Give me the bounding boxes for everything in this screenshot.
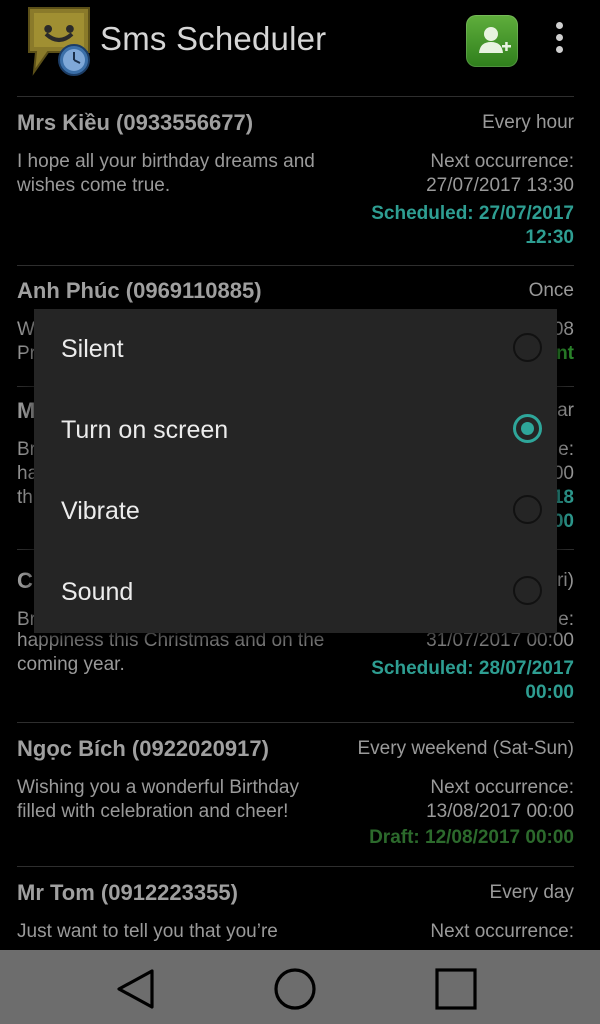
option-label: Silent [61, 335, 124, 363]
notification-mode-dialog: Silent Turn on screen Vibrate Sound [34, 309, 557, 633]
list-item[interactable]: Mrs Kiều (0933556677) Every hour I hope … [17, 110, 574, 260]
option-turn-on-screen[interactable]: Turn on screen [34, 390, 557, 471]
contacts-button[interactable] [466, 15, 518, 67]
contact-name-partial: C [17, 568, 33, 593]
option-silent[interactable]: Silent [34, 309, 557, 390]
next-label: Next occurrence: [430, 921, 574, 942]
contact-name: Mrs Kiều (0933556677) [17, 110, 254, 135]
divider [17, 722, 574, 723]
list-item[interactable]: Mr Tom (0912223355) Every day Just want … [17, 880, 574, 950]
repeat-label-partial: ri) [557, 570, 574, 591]
radio-button[interactable] [513, 333, 542, 362]
status-scheduled: Scheduled: 28/07/2017 00:00 [371, 658, 574, 703]
message-text: Wishing you a wonderful Birthday filled … [17, 777, 299, 822]
contacts-icon [479, 27, 511, 53]
repeat-label: Every hour [482, 112, 574, 133]
radio-button-selected[interactable] [513, 414, 542, 443]
divider [17, 866, 574, 867]
option-label: Vibrate [61, 497, 140, 525]
chat-clock-icon: • • [26, 6, 96, 76]
option-label: Turn on screen [61, 416, 229, 444]
repeat-label-partial: ar [557, 400, 574, 421]
contact-name: Mr Tom (0912223355) [17, 880, 238, 905]
radio-button[interactable] [513, 495, 542, 524]
next-value: 27/07/2017 13:30 [426, 175, 574, 196]
status-draft: Draft: 12/08/2017 00:00 [369, 827, 574, 848]
app-title: Sms Scheduler [100, 20, 327, 57]
back-triangle-icon[interactable] [114, 967, 158, 1011]
divider [17, 265, 574, 266]
more-vert-icon[interactable] [548, 22, 570, 58]
repeat-label: Every weekend (Sat-Sun) [357, 738, 575, 759]
next-occurrence: Next occurrence: 13/08/2017 00:00 [426, 776, 574, 824]
home-circle-icon[interactable] [273, 967, 317, 1011]
contact-name: Ngọc Bích (0922020917) [17, 736, 269, 761]
next-value: 13/08/2017 00:00 [426, 801, 574, 822]
app-bar: • • Sms Scheduler [0, 0, 600, 96]
repeat-label: Every day [489, 882, 574, 903]
next-label: Next occurrence: [430, 777, 574, 798]
next-occurrence: Next occurrence: 27/07/2017 13:30 [426, 150, 574, 198]
contact-name: Anh Phúc (0969110885) [17, 278, 262, 303]
divider [17, 96, 574, 97]
next-label: Next occurrence: [430, 151, 574, 172]
message-text: Just want to tell you that you’re [17, 921, 278, 942]
option-label: Sound [61, 578, 134, 606]
option-sound[interactable]: Sound [34, 552, 557, 633]
contact-name-partial: M [17, 398, 36, 423]
system-nav-bar [0, 950, 600, 1024]
message-text: happiness this Christmas and on the comi… [17, 630, 325, 675]
radio-button[interactable] [513, 576, 542, 605]
list-item[interactable]: Ngọc Bích (0922020917) Every weekend (Sa… [17, 736, 574, 866]
status-scheduled: Scheduled: 27/07/2017 12:30 [371, 203, 574, 248]
repeat-label: Once [528, 280, 574, 301]
option-vibrate[interactable]: Vibrate [34, 471, 557, 552]
message-text: I hope all your birthday dreams and wish… [17, 151, 315, 196]
recents-square-icon[interactable] [434, 967, 478, 1011]
